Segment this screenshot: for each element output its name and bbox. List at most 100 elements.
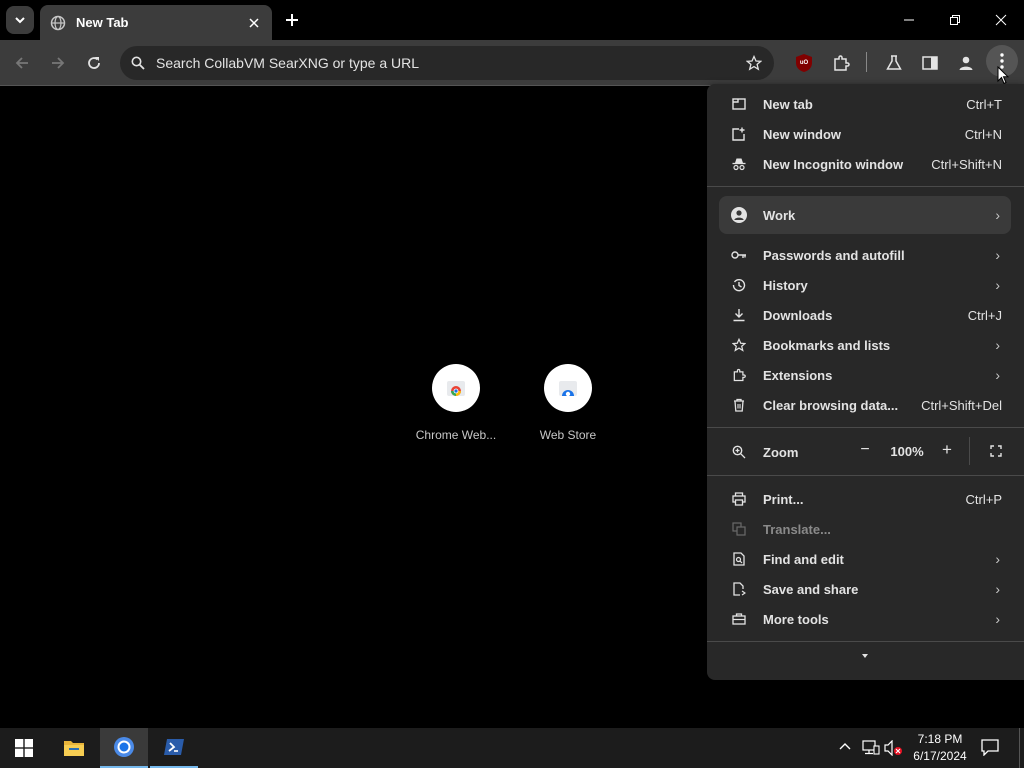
labs-flask-icon[interactable] <box>882 51 906 75</box>
shortcut-chrome-web[interactable]: Chrome Web... <box>406 364 506 442</box>
print-icon <box>731 491 747 507</box>
menu-item-save-share[interactable]: Save and share › <box>707 574 1024 604</box>
taskbar-powershell[interactable] <box>150 728 198 768</box>
menu-item-new-incognito[interactable]: New Incognito window Ctrl+Shift+N <box>707 149 1024 179</box>
menu-item-history[interactable]: History › <box>707 270 1024 300</box>
menu-item-more-tools[interactable]: More tools › <box>707 604 1024 634</box>
zoom-icon <box>731 444 747 460</box>
new-window-icon <box>731 126 747 142</box>
clock-date: 6/17/2024 <box>913 749 967 763</box>
chevron-right-icon: › <box>995 581 1000 597</box>
arrow-right-icon <box>52 57 65 69</box>
shortcut-web-store[interactable]: Web Store <box>518 364 618 442</box>
reload-icon <box>88 57 100 69</box>
clock-time: 7:18 PM <box>917 732 963 746</box>
search-icon <box>130 55 146 71</box>
star-icon <box>731 337 747 353</box>
network-icon[interactable] <box>862 740 880 756</box>
title-bar: New Tab <box>0 0 1024 40</box>
volume-muted-icon[interactable] <box>884 739 904 757</box>
menu-item-new-tab[interactable]: New tab Ctrl+T <box>707 89 1024 119</box>
menu-item-passwords[interactable]: Passwords and autofill › <box>707 240 1024 270</box>
taskbar-chrome[interactable] <box>100 728 148 768</box>
menu-divider <box>707 475 1024 476</box>
menu-item-profile[interactable]: Work › <box>707 200 1024 230</box>
notification-icon <box>981 739 999 757</box>
translate-icon <box>731 521 747 537</box>
start-button[interactable] <box>0 728 48 768</box>
fullscreen-button[interactable] <box>989 444 1003 458</box>
shortcut-label: Chrome Web... <box>415 428 497 442</box>
zoom-in-button[interactable]: + <box>937 440 957 460</box>
toolbar-divider <box>866 52 867 72</box>
tab-new-tab[interactable]: New Tab <box>40 5 272 40</box>
arrow-left-icon <box>15 57 28 69</box>
new-tab-icon <box>731 96 747 112</box>
menu-scroll-down-button[interactable] <box>859 652 871 660</box>
menu-item-clear-data[interactable]: Clear browsing data... Ctrl+Shift+Del <box>707 390 1024 420</box>
taskbar-file-explorer[interactable] <box>50 728 98 768</box>
toolbox-icon <box>731 611 747 627</box>
profile-avatar-icon[interactable] <box>954 51 978 75</box>
save-share-icon <box>731 581 747 597</box>
windows-logo-icon <box>15 739 33 757</box>
menu-item-downloads[interactable]: Downloads Ctrl+J <box>707 300 1024 330</box>
chevron-right-icon: › <box>995 277 1000 293</box>
back-button[interactable] <box>8 49 36 77</box>
chevron-right-icon: › <box>995 551 1000 567</box>
forward-button[interactable] <box>44 49 72 77</box>
close-tab-icon[interactable] <box>244 13 264 33</box>
plus-icon <box>286 14 298 26</box>
minimize-button[interactable] <box>886 0 932 40</box>
download-icon <box>731 307 747 323</box>
new-tab-button[interactable] <box>280 8 304 32</box>
globe-icon <box>50 15 66 31</box>
chevron-down-icon <box>15 17 25 24</box>
key-icon <box>731 247 747 263</box>
chrome-icon <box>114 737 134 757</box>
tab-search-button[interactable] <box>6 6 34 34</box>
menu-divider <box>707 427 1024 428</box>
menu-divider <box>707 641 1024 642</box>
find-page-icon <box>731 551 747 567</box>
history-icon <box>731 277 747 293</box>
shortcut-label: Web Store <box>539 428 597 442</box>
menu-item-bookmarks[interactable]: Bookmarks and lists › <box>707 330 1024 360</box>
ublock-origin-icon[interactable]: uO <box>792 51 816 75</box>
fullscreen-icon <box>990 445 1002 457</box>
caret-down-icon <box>862 654 868 658</box>
side-panel-icon[interactable] <box>918 51 942 75</box>
ublock-badge: uO <box>799 60 809 66</box>
shortcut-web-store-icon <box>544 364 592 412</box>
zoom-out-button[interactable]: − <box>855 441 875 459</box>
puzzle-icon <box>731 367 747 383</box>
menu-item-print[interactable]: Print... Ctrl+P <box>707 484 1024 514</box>
person-icon <box>731 207 747 223</box>
omnibox[interactable]: Search CollabVM SearXNG or type a URL <box>120 46 774 80</box>
extensions-puzzle-icon[interactable] <box>829 51 853 75</box>
toolbar: Search CollabVM SearXNG or type a URL uO <box>0 40 1024 86</box>
chevron-right-icon: › <box>995 247 1000 263</box>
menu-item-extensions[interactable]: Extensions › <box>707 360 1024 390</box>
bookmark-star-icon[interactable] <box>742 51 766 75</box>
menu-divider <box>707 186 1024 187</box>
shortcut-chrome-web-icon <box>432 364 480 412</box>
close-window-button[interactable] <box>978 0 1024 40</box>
restore-button[interactable] <box>932 0 978 40</box>
chevron-up-icon <box>839 743 851 750</box>
powershell-icon <box>164 739 184 755</box>
taskbar-clock[interactable]: 7:18 PM 6/17/2024 <box>908 731 972 765</box>
tab-title: New Tab <box>76 15 129 30</box>
folder-icon <box>64 741 84 756</box>
show-hidden-icons-button[interactable] <box>838 740 854 756</box>
menu-item-translate: Translate... <box>707 514 1024 544</box>
action-center-button[interactable] <box>980 738 1002 758</box>
restore-icon <box>950 15 960 25</box>
chevron-right-icon: › <box>995 367 1000 383</box>
menu-item-find-edit[interactable]: Find and edit › <box>707 544 1024 574</box>
mouse-cursor-icon <box>997 66 1009 85</box>
reload-button[interactable] <box>80 49 108 77</box>
menu-item-new-window[interactable]: New window Ctrl+N <box>707 119 1024 149</box>
chevron-right-icon: › <box>995 207 1000 223</box>
show-desktop-button[interactable] <box>1019 728 1020 768</box>
